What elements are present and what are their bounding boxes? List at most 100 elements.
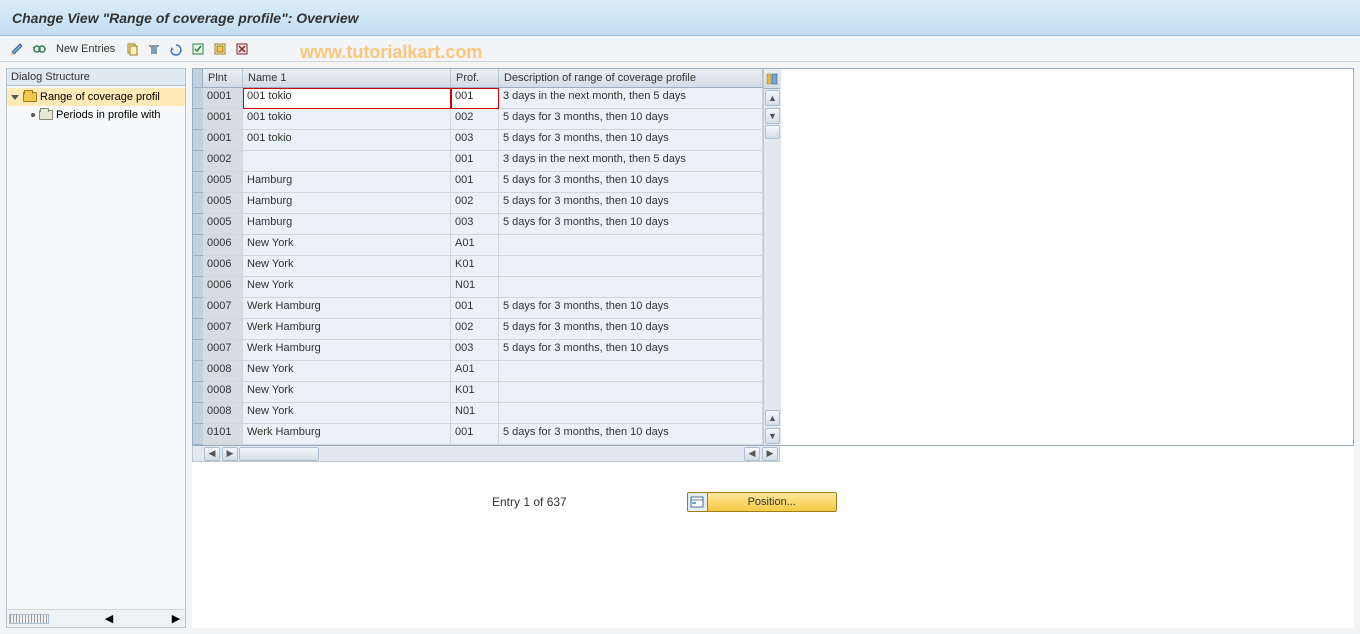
cell-desc[interactable]: [499, 256, 763, 277]
deselect-all-icon[interactable]: [233, 40, 251, 58]
tree-node-range-of-coverage-profile[interactable]: Range of coverage profil: [7, 88, 185, 106]
cell-plnt[interactable]: 0002: [203, 151, 243, 172]
scroll-up-end-icon[interactable]: ▲: [765, 410, 780, 426]
cell-desc[interactable]: [499, 235, 763, 256]
row-selector[interactable]: [193, 256, 203, 277]
cell-plnt[interactable]: 0008: [203, 382, 243, 403]
cell-plnt[interactable]: 0007: [203, 298, 243, 319]
row-selector[interactable]: [193, 277, 203, 298]
cell-name[interactable]: Werk Hamburg: [243, 319, 451, 340]
cell-plnt[interactable]: 0006: [203, 256, 243, 277]
cell-name[interactable]: Werk Hamburg: [243, 424, 451, 445]
cell-plnt[interactable]: 0001: [203, 109, 243, 130]
cell-name[interactable]: New York: [243, 403, 451, 424]
cell-prof[interactable]: 003: [451, 214, 499, 235]
cell-name[interactable]: 001 tokio: [243, 88, 451, 109]
row-selector[interactable]: [193, 214, 203, 235]
scroll-right-end-icon[interactable]: ▶: [762, 447, 778, 461]
row-selector[interactable]: [193, 151, 203, 172]
cell-prof[interactable]: 001: [451, 172, 499, 193]
cell-prof[interactable]: 003: [451, 130, 499, 151]
cell-desc[interactable]: 3 days in the next month, then 5 days: [499, 151, 763, 172]
cell-prof[interactable]: 002: [451, 319, 499, 340]
horizontal-scrollbar[interactable]: ◀ ▶ ◀ ▶: [192, 446, 780, 462]
cell-plnt[interactable]: 0005: [203, 193, 243, 214]
cell-desc[interactable]: 5 days for 3 months, then 10 days: [499, 172, 763, 193]
cell-prof[interactable]: N01: [451, 403, 499, 424]
display-change-toggle-icon[interactable]: [8, 40, 26, 58]
cell-desc[interactable]: 5 days for 3 months, then 10 days: [499, 214, 763, 235]
cell-desc[interactable]: [499, 277, 763, 298]
scroll-left-icon[interactable]: ◀: [204, 447, 220, 461]
cell-desc[interactable]: 5 days for 3 months, then 10 days: [499, 424, 763, 445]
cell-desc[interactable]: 5 days for 3 months, then 10 days: [499, 193, 763, 214]
cell-plnt[interactable]: 0006: [203, 277, 243, 298]
cell-plnt[interactable]: 0008: [203, 403, 243, 424]
scroll-down-end-icon[interactable]: ▼: [765, 428, 780, 444]
row-selector[interactable]: [193, 130, 203, 151]
cell-prof[interactable]: 001: [451, 88, 499, 109]
cell-desc[interactable]: 5 days for 3 months, then 10 days: [499, 340, 763, 361]
cell-desc[interactable]: 3 days in the next month, then 5 days: [499, 88, 763, 109]
tree-node-periods-in-profile[interactable]: Periods in profile with: [7, 106, 185, 124]
scroll-left-icon[interactable]: ◀: [102, 612, 116, 626]
cell-desc[interactable]: [499, 361, 763, 382]
column-header-plnt[interactable]: Plnt: [203, 69, 243, 87]
cell-prof[interactable]: 001: [451, 298, 499, 319]
row-selector[interactable]: [193, 298, 203, 319]
row-selector[interactable]: [193, 361, 203, 382]
column-header-desc[interactable]: Description of range of coverage profile: [499, 69, 763, 87]
select-block-icon[interactable]: [211, 40, 229, 58]
cell-name[interactable]: New York: [243, 382, 451, 403]
sidebar-resize-handle[interactable]: [9, 614, 49, 624]
configure-columns-icon[interactable]: [764, 69, 780, 89]
cell-name[interactable]: New York: [243, 277, 451, 298]
cell-desc[interactable]: 5 days for 3 months, then 10 days: [499, 109, 763, 130]
row-selector[interactable]: [193, 340, 203, 361]
cell-desc[interactable]: 5 days for 3 months, then 10 days: [499, 319, 763, 340]
vertical-scrollbar[interactable]: ▲ ▼ ▲ ▼: [763, 69, 781, 445]
cell-prof[interactable]: A01: [451, 235, 499, 256]
cell-name[interactable]: 001 tokio: [243, 130, 451, 151]
cell-prof[interactable]: K01: [451, 256, 499, 277]
expand-icon[interactable]: [11, 92, 21, 102]
row-selector[interactable]: [193, 424, 203, 445]
row-selector[interactable]: [193, 319, 203, 340]
cell-name[interactable]: 001 tokio: [243, 109, 451, 130]
row-selector[interactable]: [193, 193, 203, 214]
cell-plnt[interactable]: 0001: [203, 130, 243, 151]
row-selector[interactable]: [193, 382, 203, 403]
scroll-right-icon[interactable]: ▶: [222, 447, 238, 461]
row-selector[interactable]: [193, 235, 203, 256]
scroll-up-icon[interactable]: ▲: [765, 90, 780, 106]
row-selector[interactable]: [193, 109, 203, 130]
delete-icon[interactable]: [145, 40, 163, 58]
row-selector[interactable]: [193, 88, 203, 109]
cell-desc[interactable]: 5 days for 3 months, then 10 days: [499, 298, 763, 319]
cell-desc[interactable]: [499, 382, 763, 403]
scroll-right-icon[interactable]: ▶: [169, 612, 183, 626]
position-button[interactable]: Position...: [687, 492, 837, 512]
cell-name[interactable]: Werk Hamburg: [243, 298, 451, 319]
other-view-icon[interactable]: [30, 40, 48, 58]
copy-as-icon[interactable]: [123, 40, 141, 58]
scroll-thumb[interactable]: [765, 125, 780, 139]
select-all-icon[interactable]: [189, 40, 207, 58]
cell-prof[interactable]: N01: [451, 277, 499, 298]
cell-prof[interactable]: K01: [451, 382, 499, 403]
scroll-thumb[interactable]: [239, 447, 319, 461]
cell-plnt[interactable]: 0001: [203, 88, 243, 109]
cell-plnt[interactable]: 0008: [203, 361, 243, 382]
cell-name[interactable]: New York: [243, 235, 451, 256]
cell-plnt[interactable]: 0006: [203, 235, 243, 256]
column-header-name[interactable]: Name 1: [243, 69, 451, 87]
cell-desc[interactable]: [499, 403, 763, 424]
scroll-left-end-icon[interactable]: ◀: [744, 447, 760, 461]
cell-name[interactable]: Hamburg: [243, 172, 451, 193]
column-header-prof[interactable]: Prof.: [451, 69, 499, 87]
row-selector-header[interactable]: [193, 69, 203, 87]
row-selector[interactable]: [193, 172, 203, 193]
cell-prof[interactable]: 001: [451, 424, 499, 445]
cell-desc[interactable]: 5 days for 3 months, then 10 days: [499, 130, 763, 151]
new-entries-button[interactable]: New Entries: [52, 43, 119, 55]
